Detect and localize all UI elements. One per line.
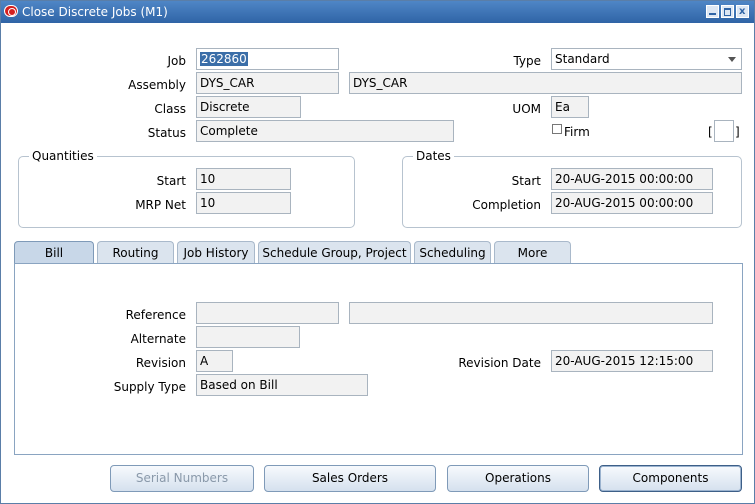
revision-date-field[interactable]: 20-AUG-2015 12:15:00 xyxy=(551,350,713,372)
uom-label: UOM xyxy=(512,102,541,116)
completion-label: Completion xyxy=(472,198,541,212)
close-icon[interactable] xyxy=(736,5,749,18)
sales-orders-button[interactable]: Sales Orders xyxy=(264,465,436,492)
reference-field[interactable] xyxy=(196,302,339,324)
tab-bill[interactable]: Bill xyxy=(14,241,94,265)
mrp-net-field[interactable]: 10 xyxy=(196,192,291,214)
alternate-field[interactable] xyxy=(196,326,300,348)
firm-checkbox[interactable] xyxy=(552,124,562,134)
descriptive-flexfield[interactable] xyxy=(714,120,734,142)
quantities-group xyxy=(18,156,355,228)
components-button[interactable]: Components xyxy=(599,465,742,492)
mrp-net-label: MRP Net xyxy=(135,198,186,212)
completion-date-field[interactable]: 20-AUG-2015 00:00:00 xyxy=(551,192,713,214)
revision-field[interactable]: A xyxy=(196,350,233,372)
quantity-start-label: Start xyxy=(156,174,186,188)
oracle-logo-icon xyxy=(4,5,18,17)
status-label: Status xyxy=(147,126,186,140)
date-start-label: Start xyxy=(511,174,541,188)
type-label: Type xyxy=(513,54,541,68)
bracket-right: ] xyxy=(735,125,740,139)
close-discrete-jobs-window: Close Discrete Jobs (M1) Job 262860 Type… xyxy=(0,0,755,504)
revision-label: Revision xyxy=(135,356,186,370)
title-bar: Close Discrete Jobs (M1) xyxy=(1,1,754,23)
job-label: Job xyxy=(167,54,187,68)
window-title: Close Discrete Jobs (M1) xyxy=(22,5,168,19)
tab-routing[interactable]: Routing xyxy=(97,241,174,264)
status-field[interactable]: Complete xyxy=(196,120,454,142)
type-select[interactable]: Standard xyxy=(551,48,742,70)
type-value: Standard xyxy=(555,52,610,66)
job-field[interactable]: 262860 xyxy=(196,48,339,70)
supply-type-field[interactable]: Based on Bill xyxy=(196,374,368,396)
assembly-label: Assembly xyxy=(128,78,186,92)
assembly-description-field[interactable]: DYS_CAR xyxy=(349,72,742,94)
uom-field[interactable]: Ea xyxy=(551,96,589,118)
minimize-icon[interactable] xyxy=(706,5,719,18)
assembly-field[interactable]: DYS_CAR xyxy=(196,72,339,94)
supply-type-label: Supply Type xyxy=(113,380,186,394)
firm-label: Firm xyxy=(564,125,590,139)
job-value: 262860 xyxy=(200,52,248,66)
tab-job-history[interactable]: Job History xyxy=(177,241,255,264)
tab-scheduling[interactable]: Scheduling xyxy=(414,241,491,264)
maximize-icon[interactable] xyxy=(721,5,734,18)
bracket-left: [ xyxy=(708,125,713,139)
tab-schedule-group-project[interactable]: Schedule Group, Project xyxy=(258,241,411,264)
serial-numbers-button[interactable]: Serial Numbers xyxy=(110,465,254,492)
chevron-down-icon xyxy=(728,57,736,62)
alternate-label: Alternate xyxy=(130,332,186,346)
operations-button[interactable]: Operations xyxy=(447,465,589,492)
class-label: Class xyxy=(154,102,186,116)
revision-date-label: Revision Date xyxy=(458,356,541,370)
tab-more[interactable]: More xyxy=(494,241,571,264)
reference-label: Reference xyxy=(125,308,186,322)
reference-description-field[interactable] xyxy=(349,302,713,324)
quantity-start-field[interactable]: 10 xyxy=(196,168,291,190)
class-field[interactable]: Discrete xyxy=(196,96,301,118)
dates-title: Dates xyxy=(413,149,454,163)
date-start-field[interactable]: 20-AUG-2015 00:00:00 xyxy=(551,168,713,190)
quantities-title: Quantities xyxy=(29,149,97,163)
